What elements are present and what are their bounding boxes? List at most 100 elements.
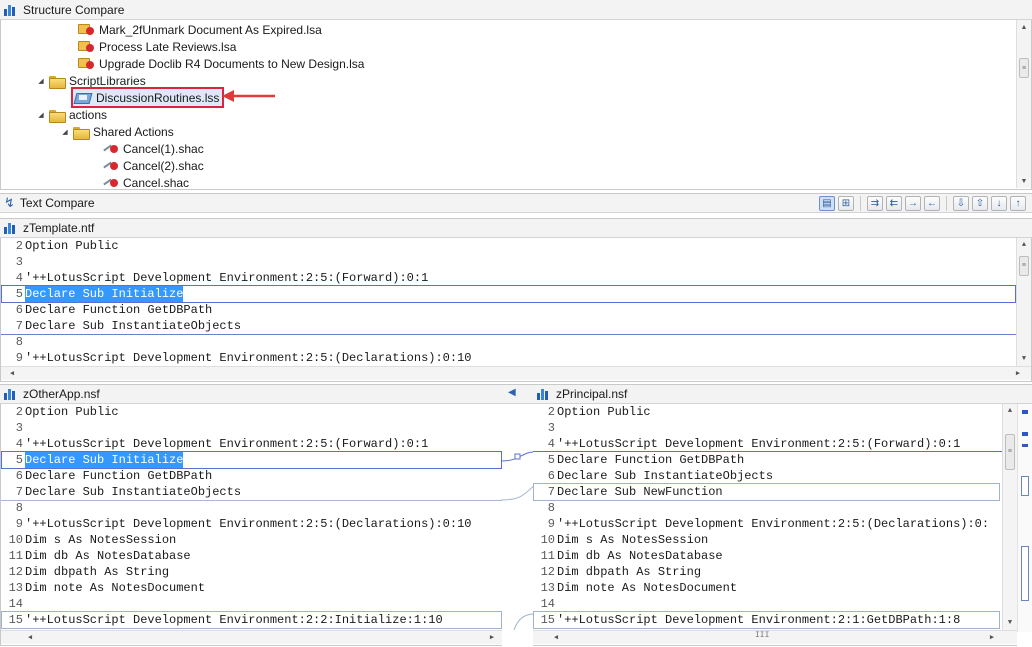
overview-viewport-box[interactable] bbox=[1021, 546, 1029, 601]
code-line: 9 '++LotusScript Development Environment:… bbox=[533, 516, 989, 532]
scroll-down-icon[interactable]: ▼ bbox=[1017, 352, 1031, 366]
tree-vertical-scrollbar[interactable]: ▲ ≡ ▼ bbox=[1016, 20, 1031, 188]
right-horizontal-scrollbar[interactable]: ◀ III ▶ bbox=[533, 630, 1017, 644]
line-number: 4 bbox=[547, 437, 555, 451]
code-line: 12 Dim dbpath As String bbox=[1, 564, 169, 580]
scroll-right-icon[interactable]: ▶ bbox=[1011, 367, 1025, 380]
right-vertical-scrollbar[interactable]: ▲ ≡ ▼ bbox=[1002, 404, 1017, 630]
tree-item-label: ScriptLibraries bbox=[69, 73, 146, 88]
scroll-thumb[interactable]: ≡ bbox=[1019, 58, 1029, 78]
tree-item-script-libraries[interactable]: ◢ ScriptLibraries bbox=[37, 72, 146, 89]
scroll-left-icon[interactable]: ◀ bbox=[549, 631, 563, 644]
copy-all-right-to-left-icon[interactable]: ⇇ bbox=[886, 196, 902, 211]
diff-overview-mark[interactable] bbox=[1022, 410, 1028, 414]
code-text: Declare Sub InstantiateObjects bbox=[25, 319, 242, 333]
tree-item-process-late-reviews[interactable]: Process Late Reviews.lsa bbox=[77, 38, 236, 55]
tree-item-upgrade-doclib[interactable]: Upgrade Doclib R4 Documents to New Desig… bbox=[77, 55, 364, 72]
ancestor-horizontal-scrollbar[interactable]: ◀ ▶ bbox=[1, 366, 1031, 380]
tree-item-label: Cancel(1).shac bbox=[123, 141, 204, 156]
copy-all-left-to-right-icon[interactable]: ⇉ bbox=[867, 196, 883, 211]
scroll-left-icon[interactable]: ◀ bbox=[5, 367, 19, 380]
next-change-icon[interactable]: ↓ bbox=[991, 196, 1007, 211]
diff-marker-line bbox=[1, 334, 1016, 335]
tree-item-label: Cancel(2).shac bbox=[123, 158, 204, 173]
code-line: 8 bbox=[1, 500, 25, 516]
line-number: 3 bbox=[15, 421, 23, 435]
scroll-thumb[interactable]: ≡ bbox=[1019, 256, 1029, 276]
ancestor-vertical-scrollbar[interactable]: ▲ ≡ ▼ bbox=[1016, 238, 1031, 366]
line-number: 15 bbox=[8, 613, 23, 627]
tree-item-cancel-1[interactable]: Cancel(1).shac bbox=[101, 140, 204, 157]
scroll-down-icon[interactable]: ▼ bbox=[1003, 616, 1017, 630]
tree-item-label: Mark_2fUnmark Document As Expired.lsa bbox=[99, 22, 322, 37]
code-line: 10 Dim s As NotesSession bbox=[1, 532, 177, 548]
tree-item-cancel-2[interactable]: Cancel(2).shac bbox=[101, 157, 204, 174]
line-number: 14 bbox=[8, 597, 23, 611]
line-number: 5 bbox=[15, 287, 23, 301]
structure-tree[interactable]: Mark_2fUnmark Document As Expired.lsa Pr… bbox=[0, 20, 1032, 190]
code-line-selected[interactable]: 5 Declare Sub Initialize bbox=[1, 452, 184, 468]
previous-change-icon[interactable]: ↑ bbox=[1010, 196, 1026, 211]
copy-left-icon[interactable]: ◀ bbox=[508, 387, 516, 398]
two-pane-view-icon[interactable]: ▤ bbox=[819, 196, 835, 211]
copy-current-left-to-right-icon[interactable]: → bbox=[905, 196, 921, 211]
left-pane-header: zOtherApp.nsf bbox=[0, 384, 533, 404]
code-text: Declare Sub Initialize bbox=[25, 286, 184, 302]
scroll-up-icon[interactable]: ▲ bbox=[1003, 404, 1017, 418]
code-line: 15 '++LotusScript Development Environment… bbox=[533, 612, 961, 628]
tree-item-discussion-routines[interactable]: DiscussionRoutines.lss bbox=[70, 87, 225, 108]
scroll-right-icon[interactable]: ▶ bbox=[485, 631, 499, 644]
scroll-thumb[interactable]: ≡ bbox=[1005, 434, 1015, 470]
tree-item-label: actions bbox=[69, 107, 108, 122]
code-text: Declare Function GetDBPath bbox=[25, 303, 213, 317]
agent-icon bbox=[77, 40, 95, 53]
line-number: 6 bbox=[547, 469, 555, 483]
diff-overview-mark[interactable] bbox=[1022, 432, 1028, 436]
scroll-up-icon[interactable]: ▲ bbox=[1017, 20, 1031, 34]
diff-overview-mark[interactable] bbox=[1022, 444, 1028, 447]
scroll-down-icon[interactable]: ▼ bbox=[1017, 174, 1031, 188]
code-text: '++LotusScript Development Environment:2… bbox=[25, 613, 443, 627]
expand-triangle-icon[interactable]: ◢ bbox=[61, 128, 69, 136]
ancestor-code-pane[interactable]: 2 Option Public 3 4 '++LotusScript Develop… bbox=[0, 238, 1032, 382]
compare-toolbar: ▤ ⊞ ⇉ ⇇ → ← ⇩ ⇧ ↓ ↑ bbox=[819, 196, 1026, 211]
tree-item-mark-unmark-expired[interactable]: Mark_2fUnmark Document As Expired.lsa bbox=[77, 21, 322, 38]
expand-triangle-icon[interactable]: ◢ bbox=[37, 111, 45, 119]
code-line: 13 Dim note As NotesDocument bbox=[533, 580, 737, 596]
database-icon bbox=[4, 222, 18, 234]
code-line: 4 '++LotusScript Development Environment:… bbox=[1, 436, 428, 452]
copy-current-right-to-left-icon[interactable]: ← bbox=[924, 196, 940, 211]
code-line-selected[interactable]: 5 Declare Sub Initialize bbox=[1, 286, 184, 302]
tree-item-cancel[interactable]: Cancel.shac bbox=[101, 174, 189, 189]
left-horizontal-scrollbar[interactable]: ◀ ▶ bbox=[1, 630, 502, 644]
code-line: 12 Dim dbpath As String bbox=[533, 564, 701, 580]
next-difference-icon[interactable]: ⇩ bbox=[953, 196, 969, 211]
scroll-left-icon[interactable]: ◀ bbox=[23, 631, 37, 644]
overview-viewport-box[interactable] bbox=[1021, 476, 1029, 496]
tree-item-label: Upgrade Doclib R4 Documents to New Desig… bbox=[99, 56, 365, 71]
tree-item-label: DiscussionRoutines.lss bbox=[96, 90, 220, 105]
scroll-right-icon[interactable]: ▶ bbox=[985, 631, 999, 644]
right-code-pane[interactable]: 2 Option Public 3 4 '++LotusScript Develop… bbox=[533, 404, 1017, 646]
scroll-up-icon[interactable]: ▲ bbox=[1017, 238, 1031, 252]
line-number: 5 bbox=[547, 453, 555, 467]
tree-item-actions[interactable]: ◢ actions bbox=[37, 106, 107, 123]
tree-item-shared-actions[interactable]: ◢ Shared Actions bbox=[61, 123, 174, 140]
diff-overview-ruler[interactable] bbox=[1017, 404, 1032, 632]
code-line: 7 Declare Sub NewFunction bbox=[533, 484, 723, 500]
line-number: 11 bbox=[8, 549, 23, 563]
code-text: '++LotusScript Development Environment:2… bbox=[557, 517, 990, 531]
code-line: 2 Option Public bbox=[1, 238, 119, 254]
show-ancestor-icon[interactable]: ⊞ bbox=[838, 196, 854, 211]
line-number: 4 bbox=[15, 271, 23, 285]
shared-action-icon bbox=[101, 159, 119, 172]
code-line: 7 Declare Sub InstantiateObjects bbox=[1, 318, 241, 334]
database-icon bbox=[4, 388, 18, 400]
line-number: 15 bbox=[540, 613, 555, 627]
line-number: 13 bbox=[540, 581, 555, 595]
previous-difference-icon[interactable]: ⇧ bbox=[972, 196, 988, 211]
line-number: 6 bbox=[15, 303, 23, 317]
horizontal-scroll-grip[interactable]: III bbox=[755, 631, 769, 640]
left-code-pane[interactable]: 2 Option Public 3 4 '++LotusScript Develop… bbox=[0, 404, 502, 646]
expand-triangle-icon[interactable]: ◢ bbox=[37, 77, 45, 85]
